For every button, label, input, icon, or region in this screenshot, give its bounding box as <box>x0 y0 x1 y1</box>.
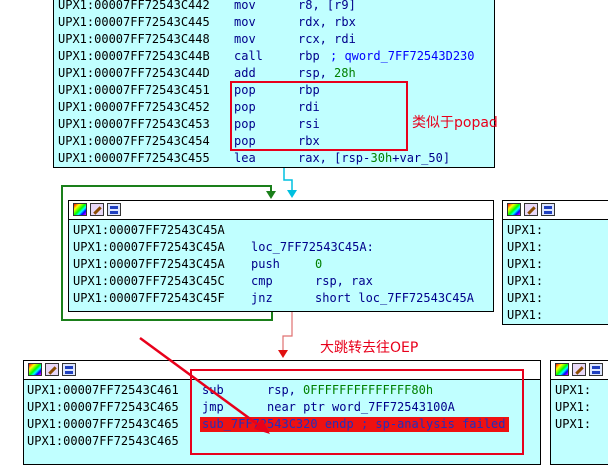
annotation-oep: 大跳转去往OEP <box>320 340 419 356</box>
annotation-popad: 类似于popad <box>412 115 498 131</box>
pop-highlight-box <box>230 81 408 151</box>
edge-fallthrough <box>283 168 293 191</box>
edge-arrowhead <box>278 350 288 358</box>
jump-highlight-box <box>190 369 524 455</box>
edge-arrowhead <box>266 191 276 199</box>
edge-arrowhead <box>287 190 297 198</box>
edge-loop-back <box>61 185 273 321</box>
edge-not-taken <box>282 312 293 351</box>
